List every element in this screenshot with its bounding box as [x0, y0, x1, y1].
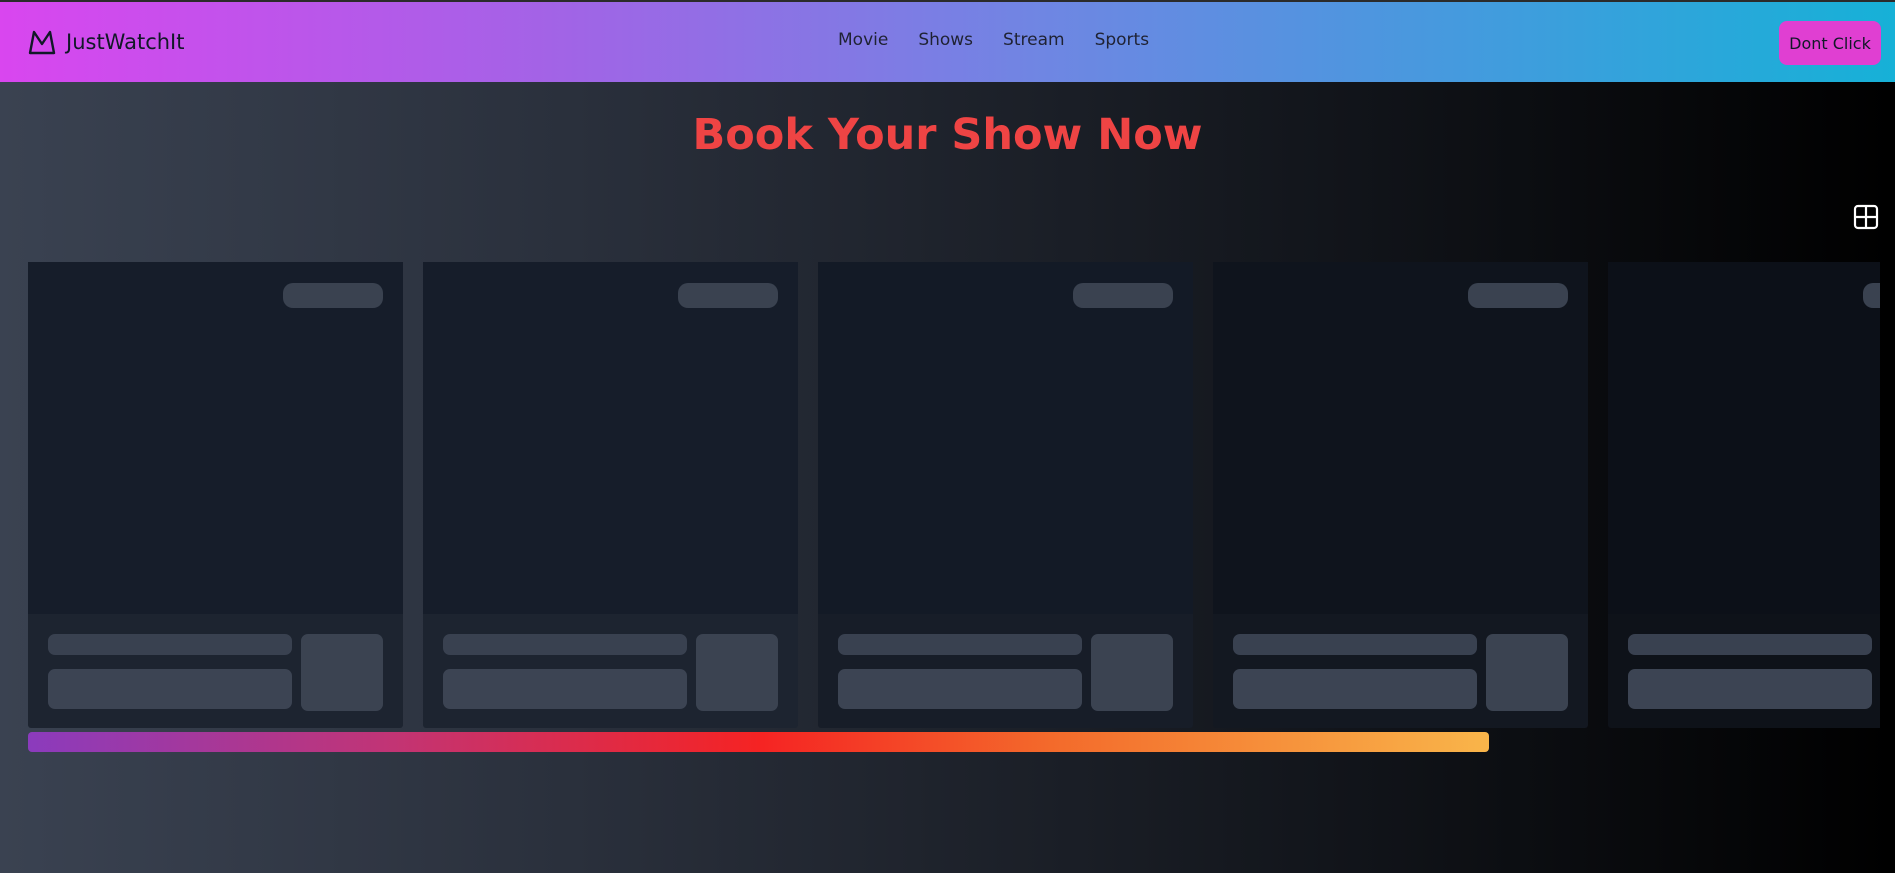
badge-placeholder: [1468, 283, 1568, 308]
action-placeholder: [1091, 634, 1173, 711]
brand-name: JustWatchIt: [66, 30, 185, 54]
action-placeholder: [696, 634, 778, 711]
nav-item-shows[interactable]: Shows: [918, 30, 973, 50]
show-card-skeleton[interactable]: [1608, 262, 1880, 728]
badge-placeholder: [678, 283, 778, 308]
details-placeholder: [48, 669, 292, 709]
show-cards-carousel: [28, 262, 1880, 732]
poster-placeholder: [818, 262, 1193, 614]
dont-click-button[interactable]: Dont Click: [1779, 21, 1881, 65]
show-card-skeleton[interactable]: [1213, 262, 1588, 728]
poster-placeholder: [28, 262, 403, 614]
grid-view-icon[interactable]: [1853, 204, 1879, 230]
brand[interactable]: JustWatchIt: [28, 26, 184, 58]
badge-placeholder: [283, 283, 383, 308]
details-placeholder: [1233, 669, 1477, 709]
action-placeholder: [1486, 634, 1568, 711]
details-placeholder: [838, 669, 1082, 709]
navbar: JustWatchIt Movie Shows Stream Sports Do…: [0, 2, 1895, 82]
nav-item-sports[interactable]: Sports: [1095, 30, 1150, 50]
show-card-skeleton[interactable]: [28, 262, 403, 728]
carousel-progress-bar[interactable]: [28, 732, 1489, 752]
title-placeholder: [1233, 634, 1477, 655]
title-placeholder: [1628, 634, 1872, 655]
poster-placeholder: [1213, 262, 1588, 614]
details-placeholder: [1628, 669, 1872, 709]
page-title: Book Your Show Now: [692, 110, 1203, 160]
poster-placeholder: [1608, 262, 1880, 614]
nav-item-movie[interactable]: Movie: [838, 30, 888, 50]
action-placeholder: [301, 634, 383, 711]
badge-placeholder: [1073, 283, 1173, 308]
title-placeholder: [443, 634, 687, 655]
show-card-skeleton[interactable]: [818, 262, 1193, 728]
details-placeholder: [443, 669, 687, 709]
mountain-icon: [28, 29, 56, 55]
nav-item-stream[interactable]: Stream: [1003, 30, 1065, 50]
main-nav: Movie Shows Stream Sports: [838, 30, 1179, 50]
poster-placeholder: [423, 262, 798, 614]
title-placeholder: [48, 634, 292, 655]
badge-placeholder: [1863, 283, 1880, 308]
title-placeholder: [838, 634, 1082, 655]
show-card-skeleton[interactable]: [423, 262, 798, 728]
